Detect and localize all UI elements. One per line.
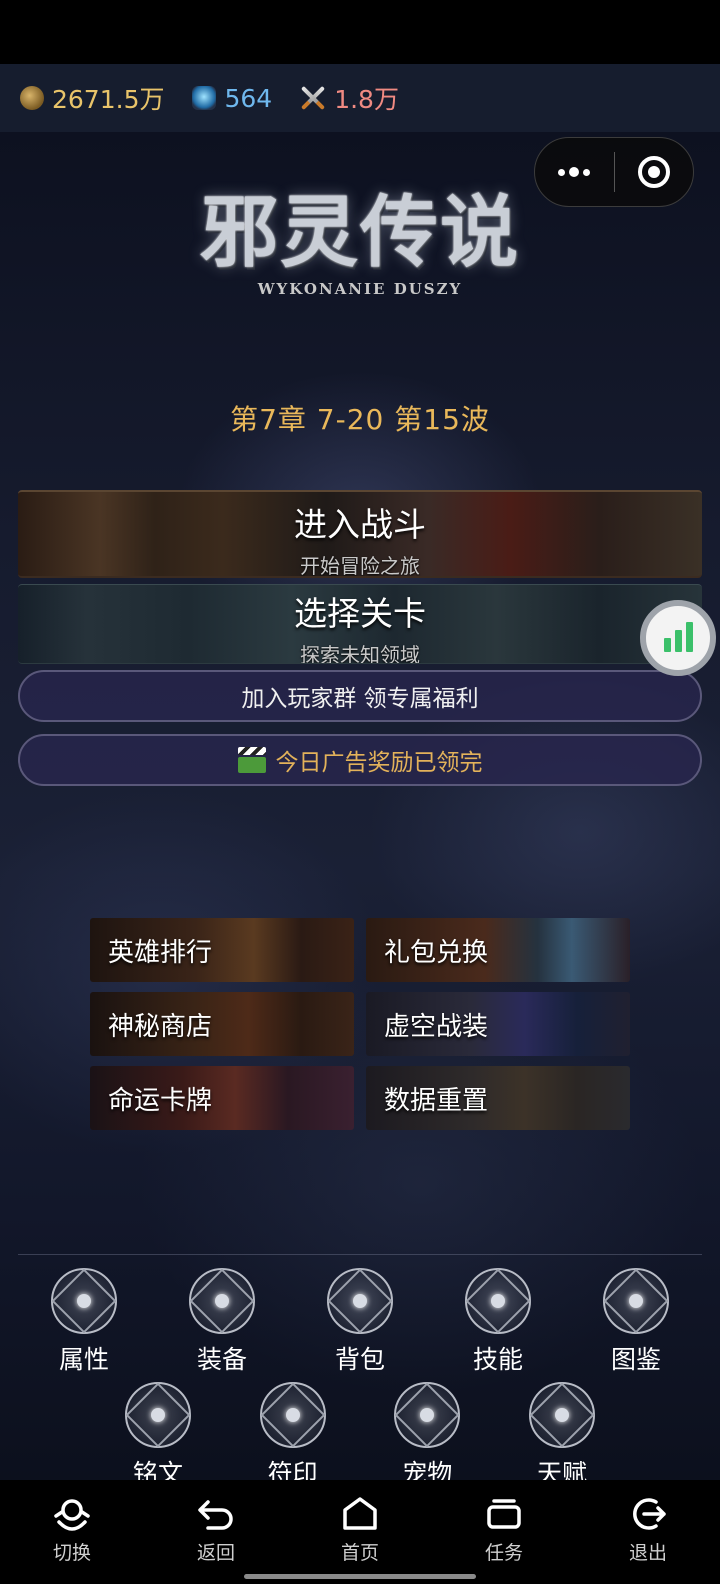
sigil-emblem-icon	[259, 1382, 326, 1448]
gold-resource: 2671.5万	[20, 80, 164, 116]
resource-bar: 2671.5万 564 1.8万	[0, 64, 720, 132]
codex-emblem-icon	[603, 1268, 669, 1334]
exit-icon	[633, 1498, 666, 1530]
clapper-icon	[237, 747, 266, 773]
nav-label: 装备	[196, 1345, 247, 1374]
gift-code-button[interactable]: 礼包兑换	[366, 918, 630, 982]
more-dots-icon	[558, 167, 591, 177]
nav-sigil[interactable]: 符印	[243, 1382, 343, 1490]
nav-label: 背包	[334, 1345, 385, 1374]
switch-button[interactable]: 切换	[22, 1492, 122, 1584]
nav-skills[interactable]: 技能	[448, 1268, 548, 1376]
home-indicator[interactable]	[244, 1574, 476, 1579]
back-icon	[198, 1500, 233, 1530]
nav-inscription[interactable]: 铭文	[108, 1382, 208, 1490]
equipment-emblem-icon	[189, 1268, 255, 1334]
switch-icon	[54, 1499, 90, 1531]
exit-button[interactable]: 退出	[598, 1492, 698, 1584]
target-icon	[637, 156, 670, 188]
ad-reward-button[interactable]: 今日广告奖励已领完	[18, 734, 702, 786]
nav-equipment[interactable]: 装备	[172, 1268, 272, 1376]
backpack-emblem-icon	[327, 1268, 393, 1334]
enter-battle-subtitle: 开始冒险之旅	[300, 554, 420, 578]
close-miniprogram-button[interactable]	[615, 138, 694, 206]
crossed-swords-icon	[300, 85, 326, 111]
floating-signal-button[interactable]	[640, 600, 716, 676]
select-stage-button[interactable]: 选择关卡 探索未知领域	[18, 584, 702, 664]
void-gear-button[interactable]: 虚空战装	[366, 992, 630, 1056]
miniprogram-capsule	[534, 137, 694, 207]
talent-emblem-icon	[528, 1382, 595, 1448]
nav-codex[interactable]: 图鉴	[586, 1268, 686, 1376]
attributes-emblem-icon	[51, 1268, 117, 1334]
join-group-button[interactable]: 加入玩家群 领专属福利	[18, 670, 702, 722]
nav-label: 技能	[472, 1345, 523, 1374]
nav-label: 属性	[58, 1345, 109, 1374]
signal-bars-icon	[663, 638, 671, 652]
nav-backpack[interactable]: 背包	[310, 1268, 410, 1376]
system-nav-bar: 切换 返回 首页 任务 退出	[0, 1480, 720, 1584]
more-button[interactable]	[535, 138, 614, 206]
tasks-icon	[487, 1499, 521, 1529]
ad-reward-label: 今日广告奖励已领完	[275, 750, 483, 776]
diamond-amount: 564	[224, 83, 273, 113]
game-nav-row-1: 属性 装备 背包 技能 图鉴	[20, 1268, 700, 1376]
power-resource: 1.8万	[300, 80, 399, 116]
status-bar	[0, 0, 720, 64]
feature-menu: 英雄排行 礼包兑换 神秘商店 虚空战装 命运卡牌 数据重置	[90, 918, 630, 1130]
logo-subtitle: WYKONANIE DUSZY	[257, 279, 463, 298]
hero-ranking-button[interactable]: 英雄排行	[90, 918, 354, 982]
home-label: 首页	[340, 1542, 379, 1564]
coin-icon	[20, 86, 44, 110]
skills-emblem-icon	[465, 1268, 531, 1334]
power-amount: 1.8万	[334, 85, 399, 114]
stage-progress: 第7章 7-20 第15波	[230, 403, 490, 436]
gold-amount: 2671.5万	[52, 85, 165, 114]
tasks-button[interactable]: 任务	[454, 1492, 554, 1584]
nav-label: 图鉴	[610, 1345, 661, 1374]
fate-cards-button[interactable]: 命运卡牌	[90, 1066, 354, 1130]
inscription-emblem-icon	[125, 1382, 191, 1448]
select-stage-subtitle: 探索未知领域	[300, 643, 420, 664]
back-label: 返回	[196, 1542, 235, 1564]
nav-pets[interactable]: 宠物	[377, 1382, 477, 1490]
bottom-divider	[18, 1254, 702, 1255]
enter-battle-title: 进入战斗	[294, 505, 426, 544]
game-nav-row-2: 铭文 符印 宠物 天赋	[108, 1382, 612, 1490]
diamond-resource: 564	[192, 84, 272, 113]
join-group-label: 加入玩家群 领专属福利	[241, 686, 479, 712]
gem-icon	[192, 86, 217, 110]
nav-attributes[interactable]: 属性	[34, 1268, 134, 1376]
game-logo: 邪灵传说 WYKONANIE DUSZY	[190, 190, 530, 298]
tasks-label: 任务	[484, 1542, 523, 1564]
nav-talent[interactable]: 天赋	[512, 1382, 612, 1490]
exit-label: 退出	[628, 1542, 667, 1564]
mystery-shop-button[interactable]: 神秘商店	[90, 992, 354, 1056]
switch-label: 切换	[52, 1542, 91, 1564]
pets-emblem-icon	[394, 1382, 461, 1448]
home-button[interactable]: 首页	[310, 1492, 410, 1584]
data-reset-button[interactable]: 数据重置	[366, 1066, 630, 1130]
select-stage-title: 选择关卡	[294, 594, 426, 633]
logo-title: 邪灵传说	[199, 187, 520, 278]
enter-battle-button[interactable]: 进入战斗 开始冒险之旅	[18, 490, 702, 578]
back-button[interactable]: 返回	[166, 1492, 266, 1584]
home-icon	[343, 1497, 377, 1530]
